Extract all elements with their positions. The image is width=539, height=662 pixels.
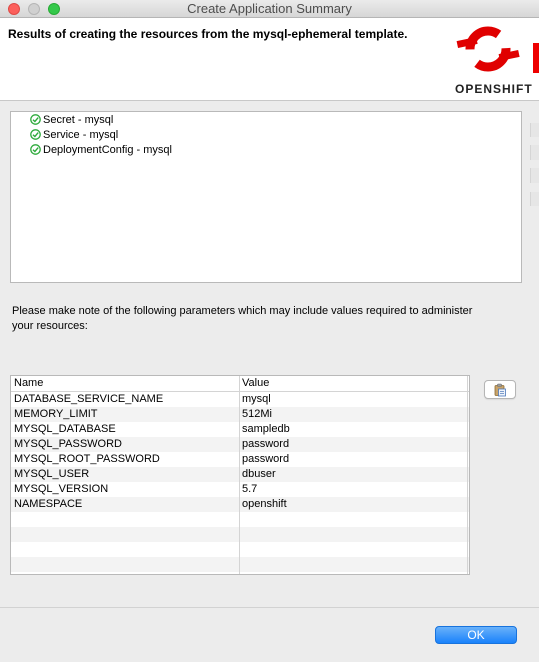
table-header: Name Value xyxy=(11,376,469,392)
empty-table-row xyxy=(11,527,469,542)
list-item[interactable]: DeploymentConfig - mysql xyxy=(30,143,172,158)
table-row[interactable]: DATABASE_SERVICE_NAME mysql xyxy=(11,392,469,407)
background-window-edge xyxy=(522,100,539,662)
param-value: 512Mi xyxy=(242,408,272,420)
copy-to-clipboard-button[interactable] xyxy=(484,380,516,399)
param-name: NAMESPACE xyxy=(14,498,83,510)
check-circle-icon xyxy=(30,144,41,155)
table-row[interactable]: MYSQL_DATABASE sampledb xyxy=(11,422,469,437)
note-line: your resources: xyxy=(12,320,88,332)
table-row[interactable]: MEMORY_LIMIT 512Mi xyxy=(11,407,469,422)
column-header-value[interactable]: Value xyxy=(242,376,269,391)
resource-label: DeploymentConfig - mysql xyxy=(43,144,172,156)
empty-table-row xyxy=(11,512,469,527)
parameters-note: Please make note of the following parame… xyxy=(12,304,512,334)
table-row[interactable]: MYSQL_PASSWORD password xyxy=(11,437,469,452)
logo-wordmark: OPENSHIFT xyxy=(455,82,533,96)
ok-button[interactable]: OK xyxy=(435,626,517,644)
table-row[interactable]: MYSQL_USER dbuser xyxy=(11,467,469,482)
resources-list[interactable]: Secret - mysql Service - mysql Deploymen… xyxy=(10,111,522,283)
param-value: 5.7 xyxy=(242,483,258,495)
title-bar: Create Application Summary xyxy=(0,0,539,18)
table-row[interactable]: NAMESPACE openshift xyxy=(11,497,469,512)
list-item[interactable]: Service - mysql xyxy=(30,128,118,143)
column-header-name[interactable]: Name xyxy=(14,376,43,391)
empty-table-row xyxy=(11,542,469,557)
param-value: password xyxy=(242,438,290,450)
list-item[interactable]: Secret - mysql xyxy=(30,113,113,128)
note-line: Please make note of the following parame… xyxy=(12,305,473,317)
param-value: openshift xyxy=(242,498,287,510)
check-circle-icon xyxy=(30,129,41,140)
button-bar-divider xyxy=(0,607,539,608)
logo-cutoff xyxy=(533,43,539,73)
empty-table-row xyxy=(11,557,469,572)
param-value: sampledb xyxy=(242,423,290,435)
param-value: mysql xyxy=(242,393,271,405)
param-name: DATABASE_SERVICE_NAME xyxy=(14,393,164,405)
clipboard-icon xyxy=(494,383,506,397)
param-value: dbuser xyxy=(242,468,276,480)
param-name: MYSQL_ROOT_PASSWORD xyxy=(14,453,160,465)
resource-label: Secret - mysql xyxy=(43,114,114,126)
column-divider xyxy=(239,376,240,574)
param-name: MYSQL_DATABASE xyxy=(14,423,116,435)
parameters-table[interactable]: Name Value DATABASE_SERVICE_NAME mysql M… xyxy=(10,375,470,575)
check-circle-icon xyxy=(30,114,41,125)
param-name: MEMORY_LIMIT xyxy=(14,408,98,420)
openshift-logo: OPENSHIFT xyxy=(455,21,539,99)
param-name: MYSQL_VERSION xyxy=(14,483,109,495)
banner-message: Results of creating the resources from t… xyxy=(8,27,408,41)
table-row[interactable]: MYSQL_ROOT_PASSWORD password xyxy=(11,452,469,467)
param-value: password xyxy=(242,453,290,465)
resource-label: Service - mysql xyxy=(43,129,119,141)
column-divider xyxy=(467,376,468,574)
window-title: Create Application Summary xyxy=(187,1,352,16)
param-name: MYSQL_USER xyxy=(14,468,90,480)
openshift-ring-icon xyxy=(456,26,520,72)
table-row[interactable]: MYSQL_VERSION 5.7 xyxy=(11,482,469,497)
header-banner: Results of creating the resources from t… xyxy=(0,18,539,101)
param-name: MYSQL_PASSWORD xyxy=(14,438,122,450)
